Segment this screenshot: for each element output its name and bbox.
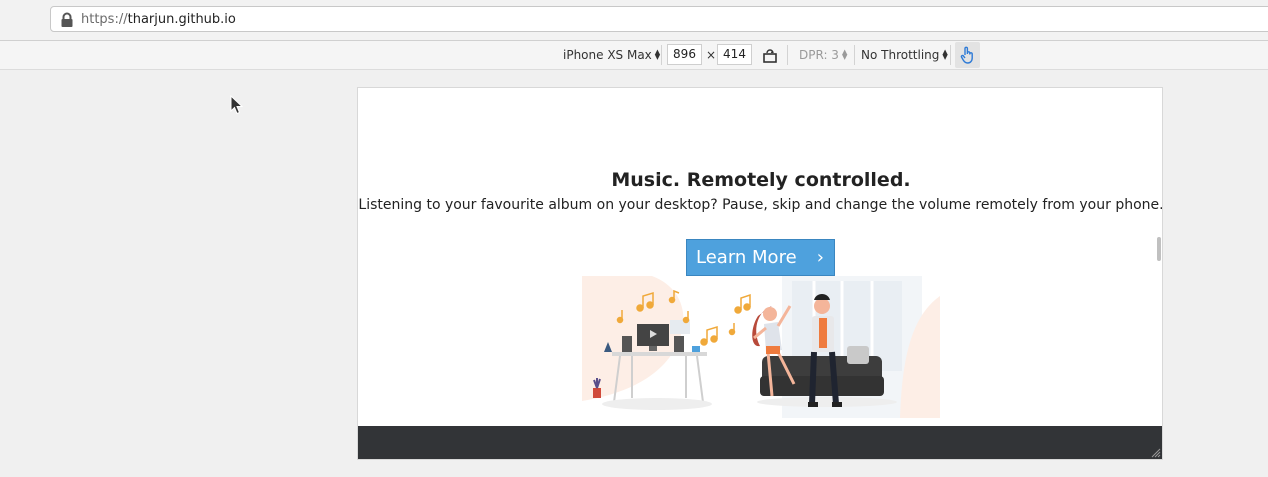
dpr-label: DPR: 3 [799,48,839,62]
throttling-label: No Throttling [861,48,940,62]
device-toolbar: iPhone XS Max ▲ ▼ 896 × 414 DPR: 3 ▲ ▼ No Th… [0,41,1268,70]
url-scheme: https:// [81,12,128,27]
page-footer [358,426,1162,459]
touch-simulation-button[interactable] [955,42,980,68]
lock-icon [61,12,73,27]
music-illustration [582,276,940,418]
resize-handle-icon[interactable] [1149,446,1161,458]
address-bar[interactable]: https://tharjun.github.io [50,6,1268,32]
dpr-select[interactable]: DPR: 3 ▲ ▼ [799,41,847,69]
divider [854,45,855,65]
scrollbar-thumb[interactable] [1157,237,1161,261]
select-arrows-icon: ▲ ▼ [942,47,948,61]
divider [661,45,662,65]
hand-pointer-icon [960,46,973,64]
throttling-select[interactable]: No Throttling ▲ ▼ [861,41,948,69]
learn-more-button[interactable]: Learn More › [686,239,835,276]
width-input[interactable]: 896 [667,44,702,65]
url-host: tharjun.github.io [127,12,236,27]
height-input[interactable]: 414 [717,44,752,65]
times-sign: × [706,48,717,62]
chevron-right-icon: › [816,247,824,268]
device-label: iPhone XS Max [563,48,652,62]
device-select[interactable]: iPhone XS Max ▲ ▼ [563,41,660,69]
select-arrows-icon: ▲ ▼ [654,47,661,61]
url-text: https://tharjun.github.io [81,12,236,27]
browser-toolbar: https://tharjun.github.io [0,0,1268,41]
mouse-cursor-icon [230,95,244,115]
page-headline: Music. Remotely controlled. [611,169,911,191]
rotate-icon[interactable] [762,48,778,64]
device-viewport: Music. Remotely controlled. Listening to… [357,87,1163,460]
divider [950,45,951,65]
learn-more-label: Learn More [696,247,797,268]
divider [787,45,788,65]
page-subheadline: Listening to your favourite album on you… [358,197,1163,213]
select-arrows-icon: ▲ ▼ [841,47,848,61]
